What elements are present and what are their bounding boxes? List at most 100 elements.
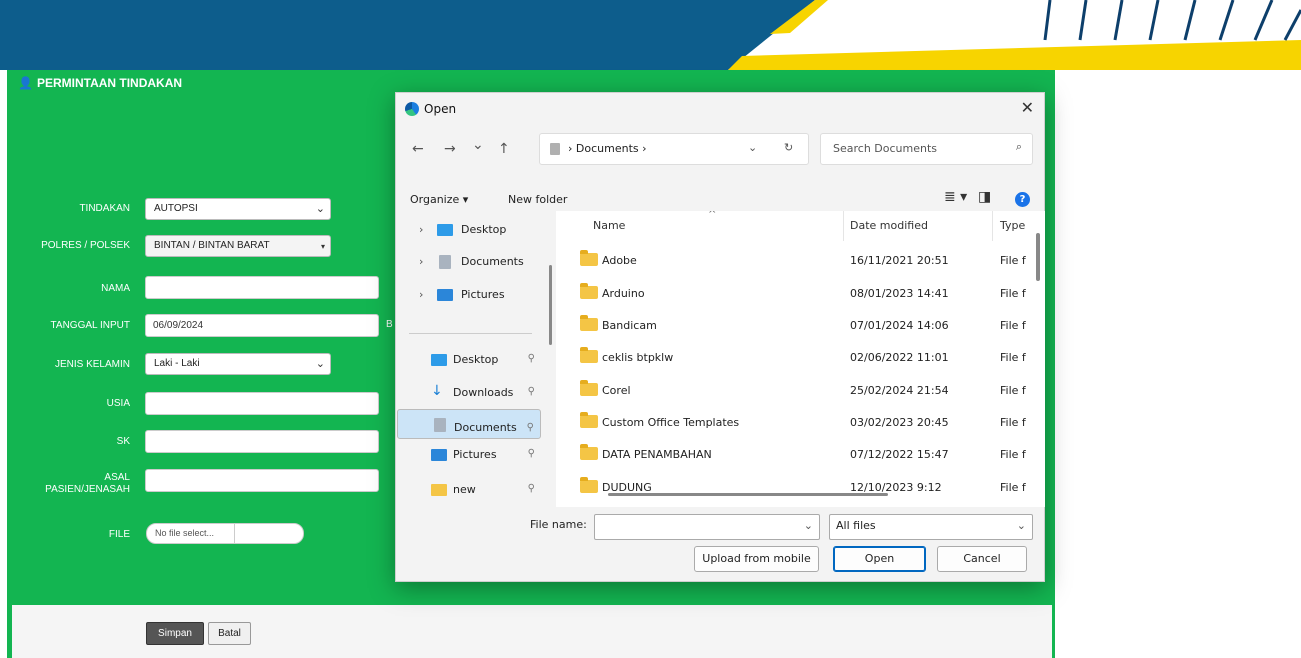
file-date: 07/01/2024 14:06 [850,319,949,332]
file-type: File f [1000,254,1026,267]
file-row[interactable]: DATA PENAMBAHAN 07/12/2022 15:47 File f [556,438,1045,470]
cancel-button[interactable]: Cancel [937,546,1027,572]
quick-item-new[interactable]: new ⚲ [397,475,541,505]
quick-item-label: new [453,483,476,496]
polres-select[interactable]: BINTAN / BINTAN BARAT ▾ [145,235,331,257]
batal-button[interactable]: Batal [208,622,251,645]
file-row[interactable]: Adobe 16/11/2021 20:51 File f [556,244,1045,276]
file-type: File f [1000,416,1026,429]
sk-input[interactable] [145,430,379,453]
folder-icon [580,412,598,428]
file-name: Custom Office Templates [602,416,740,429]
file-row[interactable]: Bandicam 07/01/2024 14:06 File f [556,309,1045,341]
jenis-kelamin-select[interactable]: Laki - Laki ⌄ [145,353,331,375]
file-name: Corel [602,384,631,397]
label-sk: SK [116,436,130,447]
forward-icon[interactable]: → [444,141,456,157]
file-list: ^ Name Date modified Type Adobe 16/11/20… [556,211,1045,507]
column-date[interactable]: Date modified [850,219,928,232]
label-asal-line1: ASAL [104,472,130,483]
file-type-value: All files [836,519,876,532]
quick-item-downloads[interactable]: ↓ Downloads ⚲ [397,378,541,408]
sort-ascending-icon: ^ [708,211,717,220]
open-button[interactable]: Open [833,546,926,572]
file-row[interactable]: Corel 25/02/2024 21:54 File f [556,374,1045,406]
file-name: DATA PENAMBAHAN [602,448,712,461]
tree-item-documents[interactable]: › Documents [397,247,541,277]
file-type: File f [1000,481,1026,494]
quick-item-desktop[interactable]: Desktop ⚲ [397,345,541,375]
column-name[interactable]: Name [593,219,625,232]
file-name: Adobe [602,254,637,267]
file-row[interactable]: ceklis btpklw 02/06/2022 11:01 File f [556,341,1045,373]
download-icon: ↓ [431,383,443,399]
tindakan-select[interactable]: AUTOPSI ⌄ [145,198,331,220]
header-banner [0,0,1301,70]
organize-button[interactable]: Organize ▾ [410,193,468,206]
folder-icon [580,315,598,331]
chevron-down-icon[interactable]: ⌄ [804,519,813,532]
desktop-icon [431,354,447,366]
help-icon[interactable]: ? [1015,192,1030,207]
search-input[interactable]: Search Documents ⌕ [820,133,1033,165]
polres-value: BINTAN / BINTAN BARAT [154,240,270,251]
file-row[interactable]: DUDUNG 12/10/2023 9:12 File f [556,471,1045,503]
quick-item-pictures[interactable]: Pictures ⚲ [397,440,541,470]
clipped-label: B [386,319,393,330]
back-icon[interactable]: ← [412,141,424,157]
simpan-button[interactable]: Simpan [146,622,204,645]
file-type: File f [1000,319,1026,332]
asal-input[interactable] [145,469,379,492]
tree-item-desktop[interactable]: › Desktop [397,215,541,245]
close-icon[interactable]: ✕ [1021,98,1034,117]
file-name-input[interactable]: ⌄ [594,514,820,540]
upload-from-mobile-button[interactable]: Upload from mobile [694,546,819,572]
address-bar[interactable]: › Documents › ⌄ ↻ [539,133,809,165]
file-type: File f [1000,448,1026,461]
quick-item-label: Documents [454,421,517,434]
horizontal-scrollbar[interactable] [608,493,888,496]
pictures-icon [431,449,447,461]
quick-item-label: Pictures [453,448,497,461]
document-icon [434,418,446,432]
file-row[interactable]: Custom Office Templates 03/02/2023 20:45… [556,406,1045,438]
tree-item-pictures[interactable]: › Pictures [397,280,541,310]
quick-item-documents[interactable]: Documents ⚲ [397,409,541,439]
label-file: FILE [108,529,130,540]
recent-locations-icon[interactable]: ⌄ [472,137,484,153]
nav-scrollbar[interactable] [549,265,552,345]
quick-item-label: Desktop [453,353,499,366]
file-status: No file select... [147,524,235,543]
document-icon [439,255,451,269]
refresh-icon[interactable]: ↻ [784,141,793,154]
edge-logo-icon [405,102,419,116]
user-icon: 👤 [18,76,33,90]
file-date: 16/11/2021 20:51 [850,254,949,267]
file-row[interactable]: Arduino 08/01/2023 14:41 File f [556,277,1045,309]
chevron-down-icon[interactable]: ⌄ [748,141,757,154]
folder-icon [431,484,447,496]
nama-input[interactable] [145,276,379,299]
dialog-title: Open [424,102,457,116]
chevron-down-icon: ⌄ [1016,519,1026,532]
up-icon[interactable]: ↑ [498,141,510,157]
label-nama: NAMA [101,283,130,294]
tanggal-input[interactable]: 06/09/2024 [145,314,379,337]
column-type[interactable]: Type [1000,219,1025,232]
view-options-icon[interactable]: ≣ ▾ [944,189,967,205]
new-folder-button[interactable]: New folder [508,193,567,206]
file-date: 08/01/2023 14:41 [850,287,949,300]
section-title: 👤 PERMINTAAN TINDAKAN [18,76,183,90]
file-input[interactable]: No file select... [146,523,304,544]
preview-pane-icon[interactable]: ◨ [978,189,991,205]
chevron-right-icon: › [419,223,424,236]
label-tindakan: TINDAKAN [79,203,130,214]
file-name: Bandicam [602,319,657,332]
jenis-kelamin-value: Laki - Laki [154,358,200,369]
file-date: 25/02/2024 21:54 [850,384,949,397]
file-date: 02/06/2022 11:01 [850,351,949,364]
file-list-scrollbar[interactable] [1036,233,1040,281]
file-type-select[interactable]: All files ⌄ [829,514,1033,540]
folder-icon [580,283,598,299]
usia-input[interactable] [145,392,379,415]
